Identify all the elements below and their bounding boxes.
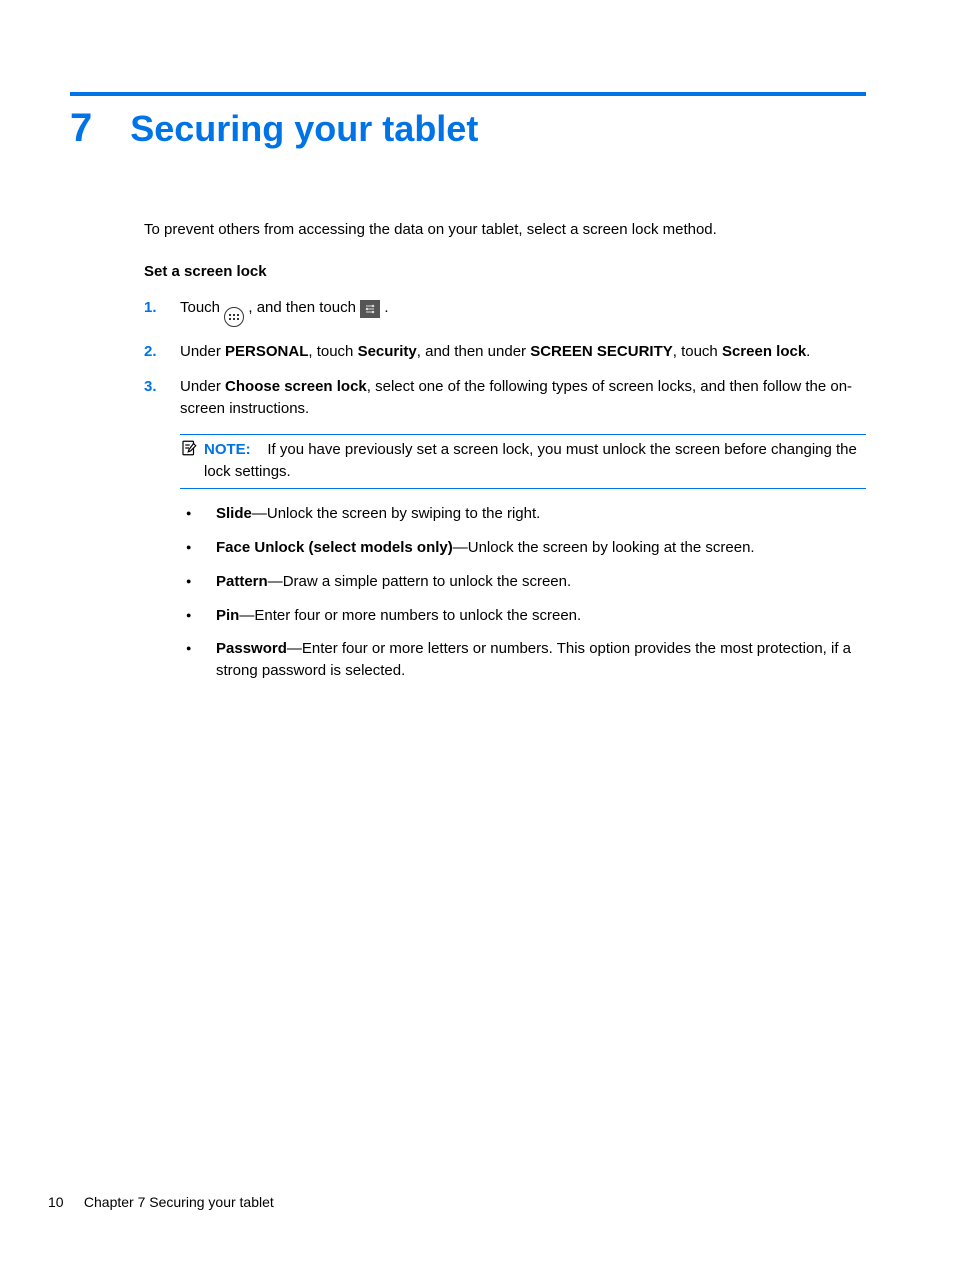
step-body: Touch , and then touch . bbox=[180, 297, 866, 327]
page-number: 10 bbox=[48, 1194, 80, 1210]
bullet-icon bbox=[180, 503, 216, 525]
step-text: . bbox=[384, 299, 388, 316]
chapter-number: 7 bbox=[70, 106, 92, 151]
intro-paragraph: To prevent others from accessing the dat… bbox=[144, 219, 866, 241]
body-content: To prevent others from accessing the dat… bbox=[144, 219, 866, 682]
step-2: 2. Under PERSONAL, touch Security, and t… bbox=[144, 341, 866, 363]
step-3: 3. Under Choose screen lock, select one … bbox=[144, 376, 866, 420]
step-body: Under PERSONAL, touch Security, and then… bbox=[180, 341, 866, 363]
options-list: Slide—Unlock the screen by swiping to th… bbox=[180, 503, 866, 682]
document-page: 7 Securing your tablet To prevent others… bbox=[0, 0, 954, 1270]
chapter-title: Securing your tablet bbox=[130, 108, 478, 150]
note-label: NOTE: bbox=[204, 441, 251, 458]
page-footer: 10 Chapter 7 Securing your tablet bbox=[48, 1194, 274, 1210]
step-body: Under Choose screen lock, select one of … bbox=[180, 376, 866, 420]
note-icon bbox=[180, 439, 202, 483]
list-item: Password—Enter four or more letters or n… bbox=[180, 638, 866, 682]
apps-icon bbox=[224, 307, 244, 327]
chapter-heading: 7 Securing your tablet bbox=[70, 106, 866, 151]
step-number: 3. bbox=[144, 376, 180, 420]
bullet-icon bbox=[180, 537, 216, 559]
bullet-icon bbox=[180, 571, 216, 593]
footer-text: Chapter 7 Securing your tablet bbox=[84, 1194, 274, 1210]
note-text: NOTE: If you have previously set a scree… bbox=[202, 439, 866, 483]
header-rule bbox=[70, 92, 866, 96]
settings-icon bbox=[360, 300, 380, 318]
note-body: If you have previously set a screen lock… bbox=[204, 441, 857, 480]
step-1: 1. Touch , and then touch . bbox=[144, 297, 866, 327]
list-item: Slide—Unlock the screen by swiping to th… bbox=[180, 503, 866, 525]
note-callout: NOTE: If you have previously set a scree… bbox=[180, 434, 866, 490]
step-text: Touch bbox=[180, 299, 224, 316]
section-subhead: Set a screen lock bbox=[144, 261, 866, 283]
list-item: Pin—Enter four or more numbers to unlock… bbox=[180, 605, 866, 627]
bullet-icon bbox=[180, 605, 216, 627]
list-item: Face Unlock (select models only)—Unlock … bbox=[180, 537, 866, 559]
bullet-icon bbox=[180, 638, 216, 682]
step-text: , and then touch bbox=[248, 299, 360, 316]
list-item: Pattern—Draw a simple pattern to unlock … bbox=[180, 571, 866, 593]
steps-list: 1. Touch , and then touch . bbox=[144, 297, 866, 420]
step-number: 2. bbox=[144, 341, 180, 363]
step-number: 1. bbox=[144, 297, 180, 327]
